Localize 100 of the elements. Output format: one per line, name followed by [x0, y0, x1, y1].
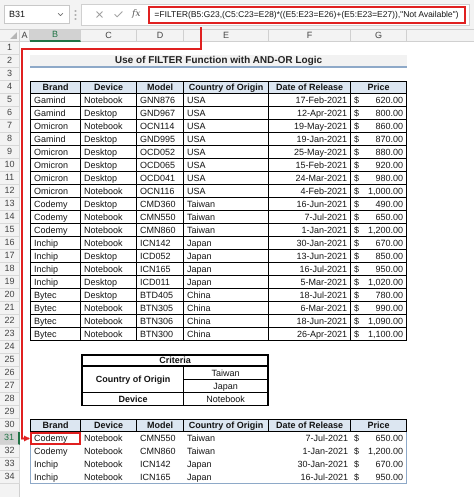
function-label[interactable]: fx	[132, 8, 140, 22]
table-cell: BTN300	[137, 328, 184, 341]
row-header[interactable]: 31	[0, 432, 20, 445]
row-header[interactable]: 2	[0, 55, 20, 68]
table-cell: CMD360	[137, 198, 184, 211]
table-cell: Gamind	[30, 133, 81, 146]
table-cell: Inchip	[30, 471, 81, 484]
row-header[interactable]: 19	[0, 276, 20, 289]
table-cell: Notebook	[81, 302, 137, 315]
row-header[interactable]: 15	[0, 224, 20, 237]
row-header[interactable]: 5	[0, 94, 20, 107]
table-cell: ICN142	[137, 237, 184, 250]
sheet-title: Use of FILTER Function with AND-OR Logic	[30, 55, 407, 68]
column-header[interactable]: D	[137, 30, 184, 42]
table-cell-text: 7-Jul-2021	[304, 432, 349, 445]
table-cell: 13-Jun-2021	[269, 250, 351, 263]
row-header[interactable]: 14	[0, 211, 20, 224]
corner-triangle-icon[interactable]	[10, 32, 17, 39]
table-cell: Notebook	[81, 328, 137, 341]
row-header[interactable]: 21	[0, 302, 20, 315]
table-cell: Desktop	[81, 276, 137, 289]
column-header[interactable]: F	[269, 30, 351, 42]
table-cell: ICD011	[137, 276, 184, 289]
table-cell: OCD041	[137, 172, 184, 185]
column-header[interactable]: E	[184, 30, 269, 42]
row-header[interactable]: 17	[0, 250, 20, 263]
price-value: 800.00	[375, 108, 403, 118]
table-cell: Gamind	[30, 107, 81, 120]
row-header[interactable]: 34	[0, 471, 20, 484]
price-value: 490.00	[375, 200, 403, 208]
currency-symbol: $	[354, 160, 360, 170]
table-cell-text: CMN550	[139, 432, 177, 445]
formula-field[interactable]: =FILTER(B5:G23,(C5:C23=E28)*((E5:E23=E26)+(E5:E23=E27)),"Not Available")	[148, 6, 466, 24]
cancel-icon[interactable]	[94, 9, 105, 20]
enter-icon[interactable]	[113, 9, 124, 20]
row-header[interactable]: 9	[0, 146, 20, 159]
table-cell-text: CMN860	[139, 445, 177, 458]
criteria-value: Taiwan	[184, 367, 269, 380]
table-cell: Bytec	[30, 302, 81, 315]
row-header[interactable]: 24	[0, 341, 20, 354]
table-cell: Omicron	[30, 146, 81, 159]
table-cell: China	[184, 328, 269, 341]
table-cell: Notebook	[81, 94, 137, 107]
row-header[interactable]: 28	[0, 393, 20, 406]
dropdown-caret-icon[interactable]	[56, 10, 65, 19]
row-header[interactable]: 29	[0, 406, 20, 419]
row-header[interactable]: 25	[0, 354, 20, 367]
row-header[interactable]: 12	[0, 185, 20, 198]
row-header[interactable]: 27	[0, 380, 20, 393]
table-cell: 26-Apr-2021	[269, 328, 351, 341]
price-value: 780.00	[375, 290, 403, 300]
row-header[interactable]: 8	[0, 133, 20, 146]
row-header[interactable]: 16	[0, 237, 20, 250]
column-heading: Device	[81, 81, 137, 94]
currency-symbol: $	[354, 212, 360, 222]
currency-symbol: $	[354, 330, 360, 338]
table-cell: Bytec	[30, 289, 81, 302]
price-value: 670.00	[375, 460, 403, 469]
row-header[interactable]: 6	[0, 107, 20, 120]
name-box[interactable]: B31	[4, 5, 70, 24]
currency-symbol: $	[354, 134, 360, 144]
table-cell: ICN165	[137, 263, 184, 276]
row-header[interactable]: 1	[0, 42, 20, 55]
row-header[interactable]: 23	[0, 328, 20, 341]
currency-symbol: $	[354, 148, 360, 156]
row-header[interactable]: 18	[0, 263, 20, 276]
price-value: 650.00	[375, 434, 403, 443]
row-header[interactable]: 4	[0, 81, 20, 94]
column-header[interactable]: G	[351, 30, 407, 42]
column-header[interactable]: A	[20, 30, 30, 42]
table-cell: Codemy	[30, 224, 81, 237]
row-header[interactable]: 10	[0, 159, 20, 172]
table-cell: Notebook	[81, 237, 137, 250]
column-heading: Country of Origin	[184, 81, 269, 94]
column-header[interactable]: C	[81, 30, 137, 42]
row-header[interactable]: 30	[0, 419, 20, 432]
row-header[interactable]: 7	[0, 120, 20, 133]
row-header[interactable]: 3	[0, 68, 20, 81]
currency-symbol: $	[354, 316, 360, 326]
price-value: 1,020.00	[368, 278, 403, 286]
row-header[interactable]: 26	[0, 367, 20, 380]
currency-symbol: $	[354, 122, 360, 130]
row-header[interactable]: 13	[0, 198, 20, 211]
row-header[interactable]: 33	[0, 458, 20, 471]
table-cell: Omicron	[30, 159, 81, 172]
table-cell: 18-Jul-2021	[269, 289, 351, 302]
table-cell: USA	[184, 133, 269, 146]
row-header[interactable]: 22	[0, 315, 20, 328]
row-header[interactable]: 11	[0, 172, 20, 185]
currency-symbol: $	[354, 304, 360, 312]
table-cell: USA	[184, 146, 269, 159]
drag-handle-icon[interactable]	[74, 8, 77, 20]
column-header[interactable]: B	[30, 30, 81, 42]
table-cell: OCN116	[137, 185, 184, 198]
criteria-label: Country of Origin	[81, 367, 184, 393]
table-cell-text: Japan	[186, 458, 213, 471]
price-value: 1,200.00	[368, 447, 403, 456]
row-header[interactable]: 32	[0, 445, 20, 458]
row-header[interactable]: 20	[0, 289, 20, 302]
table-cell: Codemy	[30, 211, 81, 224]
